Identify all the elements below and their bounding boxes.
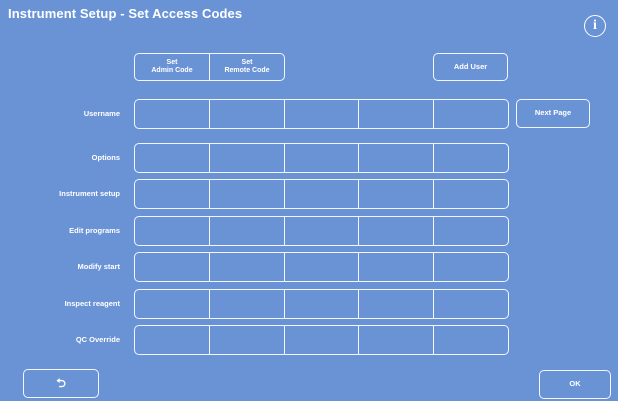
- access-cell[interactable]: [433, 180, 508, 208]
- access-cell[interactable]: [208, 217, 284, 245]
- row-label-qc-override: QC Override: [75, 335, 120, 344]
- access-code-buttons: Set Admin Code Set Remote Code: [134, 53, 285, 81]
- access-row: [134, 179, 509, 209]
- page-title: Instrument Setup - Set Access Codes: [8, 6, 243, 21]
- access-cell[interactable]: [208, 326, 284, 354]
- access-cell[interactable]: [433, 326, 508, 354]
- access-cell[interactable]: [135, 290, 209, 318]
- back-arrow-icon: ⮌: [56, 375, 66, 390]
- access-cell[interactable]: [283, 217, 359, 245]
- access-cell[interactable]: [358, 100, 433, 128]
- access-cell[interactable]: [358, 253, 433, 281]
- row-label-modify-start: Modify start: [77, 262, 120, 271]
- access-row: [134, 289, 509, 319]
- access-cell[interactable]: [283, 290, 359, 318]
- access-row: [134, 99, 509, 129]
- access-cell[interactable]: [358, 326, 433, 354]
- access-cell[interactable]: [208, 253, 284, 281]
- set-admin-code-button[interactable]: Set Admin Code: [135, 54, 209, 80]
- access-row: [134, 143, 509, 173]
- set-remote-code-button[interactable]: Set Remote Code: [209, 54, 284, 80]
- info-icon[interactable]: i: [584, 15, 606, 37]
- access-cell[interactable]: [283, 253, 359, 281]
- access-cell[interactable]: [358, 144, 433, 172]
- access-cell[interactable]: [283, 326, 359, 354]
- access-cell[interactable]: [208, 100, 284, 128]
- next-page-button[interactable]: Next Page: [516, 99, 590, 128]
- access-cell[interactable]: [358, 217, 433, 245]
- access-cell[interactable]: [135, 326, 209, 354]
- access-cell[interactable]: [135, 100, 209, 128]
- access-row: [134, 325, 509, 355]
- row-label-instrument-setup: Instrument setup: [59, 189, 120, 198]
- access-row: [134, 252, 509, 282]
- access-cell[interactable]: [208, 180, 284, 208]
- access-cell[interactable]: [433, 253, 508, 281]
- access-cell[interactable]: [433, 290, 508, 318]
- access-cell[interactable]: [358, 290, 433, 318]
- access-cell[interactable]: [135, 180, 209, 208]
- access-cell[interactable]: [283, 100, 359, 128]
- access-cell[interactable]: [208, 144, 284, 172]
- access-cell[interactable]: [433, 217, 508, 245]
- add-user-button[interactable]: Add User: [433, 53, 508, 81]
- row-label-username: Username: [83, 109, 120, 118]
- access-cell[interactable]: [135, 217, 209, 245]
- access-cell[interactable]: [135, 144, 209, 172]
- access-cell[interactable]: [283, 180, 359, 208]
- ok-button[interactable]: OK: [539, 370, 611, 399]
- row-label-options: Options: [91, 153, 120, 162]
- access-cell[interactable]: [358, 180, 433, 208]
- access-cell[interactable]: [433, 100, 508, 128]
- access-row: [134, 216, 509, 246]
- access-cell[interactable]: [283, 144, 359, 172]
- access-cell[interactable]: [208, 290, 284, 318]
- access-cell[interactable]: [433, 144, 508, 172]
- access-cell[interactable]: [135, 253, 209, 281]
- back-button[interactable]: ⮌: [23, 369, 99, 398]
- row-label-inspect-reagent: Inspect reagent: [64, 299, 120, 308]
- row-label-edit-programs: Edit programs: [69, 226, 120, 235]
